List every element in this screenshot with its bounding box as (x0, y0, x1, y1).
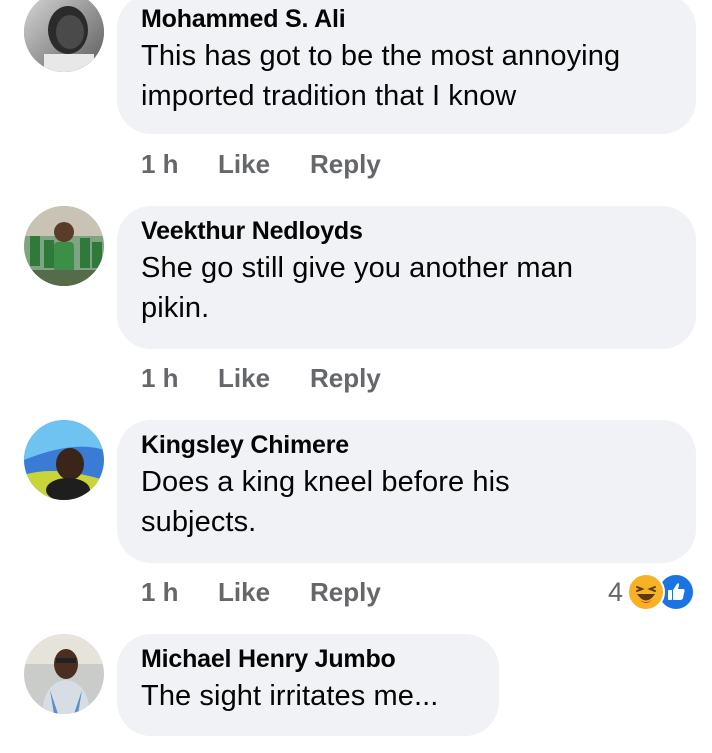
comment-timestamp[interactable]: 1 h (141, 149, 218, 180)
avatar[interactable] (24, 0, 104, 72)
like-button[interactable]: Like (218, 577, 310, 608)
avatar[interactable] (24, 634, 104, 714)
comment-timestamp[interactable]: 1 h (141, 577, 218, 608)
comment-author[interactable]: Michael Henry Jumbo (141, 644, 475, 674)
comment-text: The sight irritates me... (141, 680, 439, 712)
reaction-count: 4 (608, 576, 624, 607)
avatar[interactable] (24, 206, 104, 286)
haha-emoji-icon (627, 573, 666, 611)
comment-actions: 1 h Like Reply (141, 575, 381, 609)
comment-bubble: Veekthur Nedloyds She go still give you … (117, 206, 696, 349)
comment-text: subjects. (141, 506, 257, 538)
comment-text: pikin. (141, 292, 210, 324)
comment-author[interactable]: Veekthur Nedloyds (141, 216, 672, 246)
reply-button[interactable]: Reply (310, 149, 381, 180)
comment-bubble: Mohammed S. Ali This has got to be the m… (117, 0, 696, 134)
like-button[interactable]: Like (218, 363, 310, 394)
comment-author[interactable]: Kingsley Chimere (141, 430, 672, 460)
comment-bubble: Michael Henry Jumbo The sight irritates … (117, 634, 499, 736)
comment-actions: 1 h Like Reply (141, 147, 381, 181)
reply-button[interactable]: Reply (310, 363, 381, 394)
like-button[interactable]: Like (218, 149, 310, 180)
reaction-summary[interactable]: 4 (608, 572, 696, 612)
avatar[interactable] (24, 420, 104, 500)
comment-bubble: Kingsley Chimere Does a king kneel befor… (117, 420, 696, 563)
reply-button[interactable]: Reply (310, 577, 381, 608)
comment-actions: 1 h Like Reply (141, 361, 381, 395)
comment-text: This has got to be the most annoying (141, 40, 621, 72)
comment-timestamp[interactable]: 1 h (141, 363, 218, 394)
comment-text: imported tradition that I know (141, 80, 517, 112)
comment-author[interactable]: Mohammed S. Ali (141, 4, 672, 34)
comment-text: Does a king kneel before his (141, 466, 510, 498)
comment-text: She go still give you another man (141, 252, 574, 284)
